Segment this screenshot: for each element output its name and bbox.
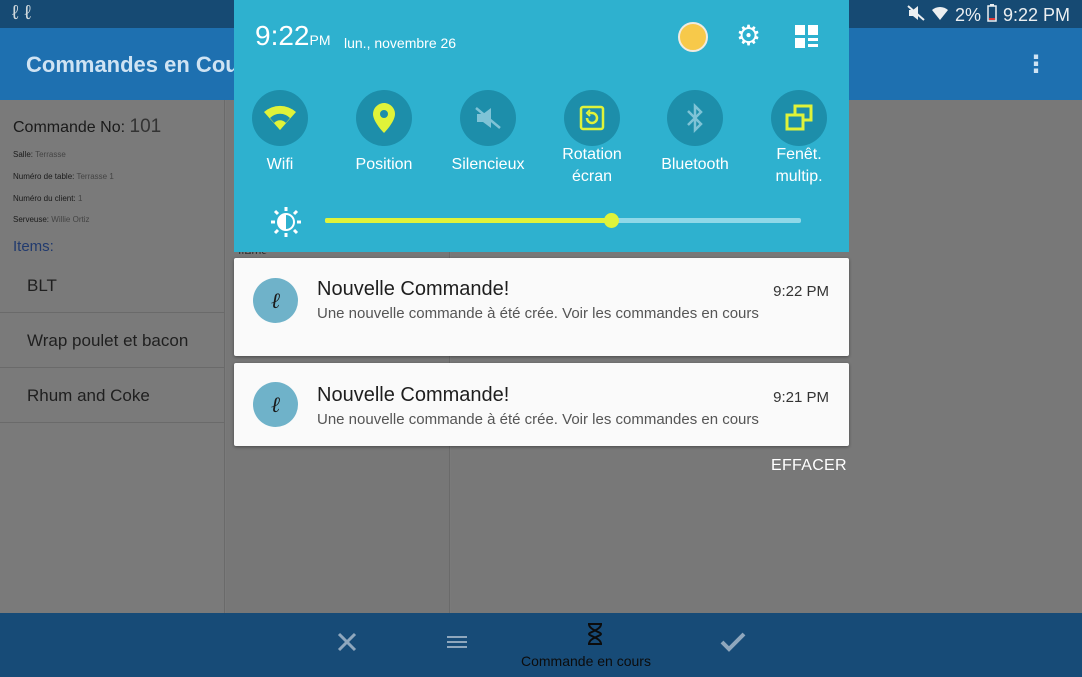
gear-icon[interactable]: ⚙	[736, 21, 761, 51]
tile-label: Silencieux	[451, 156, 525, 173]
app-logo-icon: ℓ	[253, 278, 298, 323]
battery-icon	[987, 4, 997, 27]
bottom-nav: Commande en cours	[0, 613, 1082, 677]
active-nav-label[interactable]: Commande en cours	[521, 653, 651, 669]
notification-time: 9:22 PM	[773, 283, 829, 300]
notification-title: Nouvelle Commande!	[317, 384, 510, 406]
list-icon[interactable]	[446, 631, 468, 660]
list-item[interactable]: BLT	[0, 258, 225, 313]
app-logo-icon: ℓ	[253, 382, 298, 427]
app-title: Commandes en Cou	[26, 52, 239, 77]
notification-card[interactable]: ℓ Nouvelle Commande! 9:22 PM Une nouvell…	[234, 258, 849, 356]
more-vert-icon[interactable]: ⋮	[1024, 50, 1048, 79]
tile-position[interactable]: Position	[332, 90, 436, 176]
tile-label: Wifi	[266, 156, 294, 173]
notification-text: Une nouvelle commande à été crée. Voir l…	[317, 411, 759, 428]
field-label: Numéro de table:	[13, 172, 75, 181]
shade-time: 9:22	[255, 20, 310, 51]
order-field-room: Salle: Terrasse	[13, 150, 66, 159]
order-number-label: Commande No:	[13, 119, 126, 136]
app-notification-icon: ℓ	[12, 2, 25, 24]
wifi-status-icon	[931, 5, 949, 26]
tile-label-line: écran	[571, 168, 613, 185]
status-icons: 2% 9:22 PM	[907, 4, 1070, 27]
field-value: Terrasse	[35, 150, 66, 159]
tile-label: Position	[355, 156, 413, 173]
list-item[interactable]: Rhum and Coke	[0, 368, 225, 423]
mute-status-icon	[907, 5, 925, 26]
notification-text: Une nouvelle commande à été crée. Voir l…	[317, 305, 759, 322]
brightness-icon	[270, 206, 302, 238]
tile-rotation[interactable]: Rotation écran	[540, 90, 644, 188]
tile-label-line: Rotation	[562, 146, 622, 163]
order-number: Commande No: 101	[13, 116, 161, 138]
tile-label-line: multip.	[775, 168, 823, 185]
field-value: Willie Ortiz	[51, 215, 90, 224]
user-avatar[interactable]	[678, 22, 708, 52]
tile-label: Bluetooth	[661, 156, 729, 173]
brightness-slider[interactable]	[325, 213, 801, 228]
shade-ampm: PM	[309, 32, 331, 48]
clear-notifications-button[interactable]: EFFACER	[771, 457, 847, 475]
multiwindow-icon	[771, 90, 827, 146]
check-icon[interactable]	[720, 631, 746, 660]
status-time: 9:22 PM	[1002, 5, 1070, 25]
field-label: Salle:	[13, 150, 34, 159]
tile-multiwindow[interactable]: Fenêt. multip.	[747, 90, 851, 188]
tile-silent[interactable]: Silencieux	[436, 90, 540, 176]
app-notification-icon: ℓ	[24, 2, 37, 24]
bluetooth-icon	[667, 90, 723, 146]
rotation-icon	[564, 90, 620, 146]
location-icon	[356, 90, 412, 146]
field-label: Serveuse:	[13, 215, 50, 224]
field-label: Numéro du client:	[13, 194, 76, 203]
notification-card[interactable]: ℓ Nouvelle Commande! 9:21 PM Une nouvell…	[234, 363, 849, 446]
tile-label-line: Fenêt.	[776, 146, 822, 163]
wifi-icon	[252, 90, 308, 146]
battery-percent: 2%	[954, 5, 981, 25]
app-notification-icons: ℓℓ	[12, 2, 37, 25]
tile-label: Fenêt. multip.	[747, 144, 851, 188]
edit-tiles-icon[interactable]	[794, 24, 820, 50]
notification-time: 9:21 PM	[773, 389, 829, 406]
notification-title: Nouvelle Commande!	[317, 278, 510, 300]
mute-icon	[460, 90, 516, 146]
shade-clock: 9:22PM	[255, 20, 331, 52]
shade-date: lun., novembre 26	[344, 35, 457, 51]
list-item[interactable]: Wrap poulet et bacon	[0, 313, 225, 368]
order-field-table: Numéro de table: Terrasse 1	[13, 172, 114, 181]
order-field-server: Serveuse: Willie Ortiz	[13, 215, 89, 224]
utensils-icon[interactable]	[336, 631, 358, 660]
tile-wifi[interactable]: Wifi	[228, 90, 332, 176]
field-value: 1	[77, 194, 83, 203]
order-field-client: Numéro du client: 1	[13, 194, 82, 203]
order-detail-panel: Commande No: 101 Salle: Terrasse Numéro …	[0, 100, 225, 613]
tile-bluetooth[interactable]: Bluetooth	[643, 90, 747, 176]
field-value: Terrasse 1	[76, 172, 114, 181]
brightness-thumb[interactable]	[603, 213, 619, 228]
order-number-value: 101	[129, 116, 162, 137]
brightness-fill	[325, 218, 611, 223]
items-label: Items:	[13, 238, 54, 255]
quick-settings-panel: 9:22PM lun., novembre 26 ⚙ Wifi Position…	[234, 0, 849, 252]
tile-label: Rotation écran	[540, 144, 644, 188]
hourglass-icon[interactable]	[586, 623, 604, 652]
